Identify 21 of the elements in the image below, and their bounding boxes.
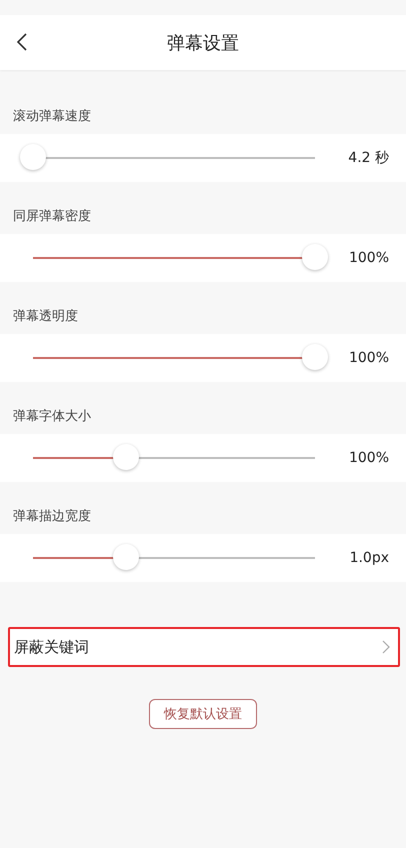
slider-value: 100% bbox=[348, 250, 389, 266]
slider-thumb[interactable] bbox=[113, 444, 140, 470]
slider-value: 100% bbox=[348, 450, 389, 466]
page-title: 弹幕设置 bbox=[167, 32, 239, 54]
slider-value: 4.2 秒 bbox=[348, 149, 389, 167]
slider-thumb[interactable] bbox=[20, 144, 46, 170]
setting-label: 弹幕描边宽度 bbox=[13, 509, 91, 524]
slider-value: 1.0px bbox=[350, 550, 389, 566]
slider-thumb[interactable] bbox=[302, 344, 328, 370]
keyword-row[interactable]: 屏蔽关键词 bbox=[8, 627, 400, 667]
slider-thumb[interactable] bbox=[113, 544, 140, 570]
keyword-label: 屏蔽关键词 bbox=[14, 638, 89, 656]
reset-button[interactable]: 恢复默认设置 bbox=[149, 699, 257, 729]
slider-thumb[interactable] bbox=[302, 244, 328, 270]
slider-value: 100% bbox=[348, 350, 389, 366]
back-icon[interactable] bbox=[16, 32, 28, 52]
chevron-right-icon bbox=[382, 640, 390, 654]
setting-label: 弹幕透明度 bbox=[13, 309, 78, 324]
setting-label: 弹幕字体大小 bbox=[13, 409, 91, 424]
setting-label: 同屏弹幕密度 bbox=[13, 209, 91, 224]
setting-label: 滚动弹幕速度 bbox=[13, 109, 91, 124]
